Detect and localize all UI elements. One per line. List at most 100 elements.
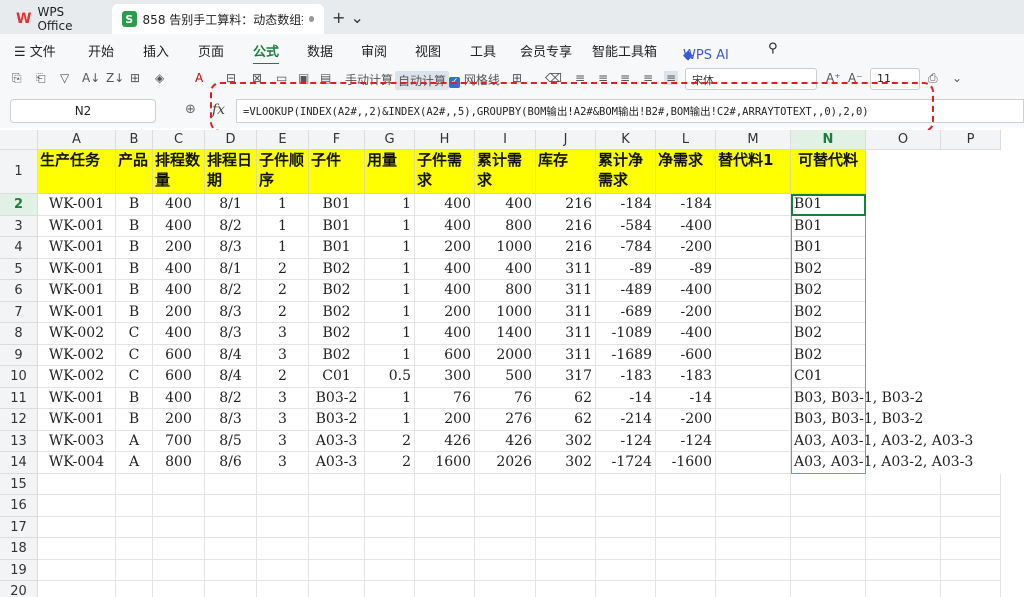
cell-H4[interactable]: 200	[415, 237, 475, 259]
empty-cell[interactable]	[38, 495, 116, 517]
column-header-E[interactable]: E	[257, 130, 309, 150]
column-header-G[interactable]: G	[365, 130, 415, 150]
cell-D13[interactable]: 8/5	[205, 430, 257, 452]
cell-L6[interactable]: -400	[656, 280, 716, 302]
cell-H13[interactable]: 426	[415, 430, 475, 452]
cell-K4[interactable]: -784	[596, 237, 656, 259]
cell-M14[interactable]	[716, 452, 791, 474]
cell-G3[interactable]: 1	[365, 215, 415, 237]
cell-E7[interactable]: 2	[257, 301, 309, 323]
trace-icon[interactable]: ⊟	[226, 71, 236, 85]
column-header-D[interactable]: D	[205, 130, 257, 150]
cell-H10[interactable]: 300	[415, 366, 475, 388]
cell-L8[interactable]: -400	[656, 323, 716, 345]
cell-B7[interactable]: B	[116, 301, 153, 323]
cell-N4[interactable]: B01	[791, 237, 866, 259]
menu-member[interactable]: 会员专享	[520, 41, 572, 60]
empty-cell[interactable]	[153, 559, 205, 581]
cell-N13[interactable]: A03, A03-1, A03-2, A03-3	[791, 430, 973, 452]
empty-cell[interactable]	[596, 473, 656, 495]
cell-N7[interactable]: B02	[791, 301, 866, 323]
empty-cell[interactable]	[716, 581, 791, 597]
fx-icon[interactable]: fx	[212, 102, 225, 118]
cell-K3[interactable]: -584	[596, 215, 656, 237]
empty-cell[interactable]	[791, 581, 866, 597]
cell-G8[interactable]: 1	[365, 323, 415, 345]
table-style-icon[interactable]: ⊞	[512, 71, 522, 85]
empty-cell[interactable]	[941, 495, 1001, 517]
column-header-H[interactable]: H	[415, 130, 475, 150]
unsaved-dot-icon[interactable]	[308, 16, 314, 22]
cell-J7[interactable]: 311	[536, 301, 596, 323]
cell-E10[interactable]: 2	[257, 366, 309, 388]
cell-E12[interactable]: 3	[257, 409, 309, 431]
empty-cell[interactable]	[536, 538, 596, 560]
row-header-15[interactable]: 15	[0, 473, 38, 495]
row-header-17[interactable]: 17	[0, 516, 38, 538]
wrap-icon[interactable]: ≡	[664, 71, 679, 85]
empty-cell[interactable]	[116, 495, 153, 517]
cell-M11[interactable]	[716, 387, 791, 409]
cell-F2[interactable]: B01	[309, 194, 365, 216]
empty-cell[interactable]	[536, 473, 596, 495]
cell-G4[interactable]: 1	[365, 237, 415, 259]
cell-G10[interactable]: 0.5	[365, 366, 415, 388]
empty-cell[interactable]	[475, 581, 536, 597]
cell-L10[interactable]: -183	[656, 366, 716, 388]
cell-C12[interactable]: 200	[153, 409, 205, 431]
empty-cell[interactable]	[941, 581, 1001, 597]
cell-K13[interactable]: -124	[596, 430, 656, 452]
empty-cell[interactable]	[153, 495, 205, 517]
cell-M6[interactable]	[716, 280, 791, 302]
cell-E8[interactable]: 3	[257, 323, 309, 345]
row-header-18[interactable]: 18	[0, 538, 38, 560]
header-cell-I[interactable]: 累计需求	[475, 150, 536, 194]
cell-I11[interactable]: 76	[475, 387, 536, 409]
cell-H7[interactable]: 200	[415, 301, 475, 323]
empty-cell[interactable]	[309, 516, 365, 538]
header-cell-C[interactable]: 排程数量	[153, 150, 205, 194]
manual-calc-button[interactable]: 手动计算	[345, 71, 393, 88]
cell-L4[interactable]: -200	[656, 237, 716, 259]
empty-cell[interactable]	[475, 473, 536, 495]
cell-A9[interactable]: WK-002	[38, 344, 116, 366]
empty-cell[interactable]	[153, 473, 205, 495]
empty-cell[interactable]	[941, 516, 1001, 538]
cell-J12[interactable]: 62	[536, 409, 596, 431]
cell-M8[interactable]	[716, 323, 791, 345]
cell-B11[interactable]: B	[116, 387, 153, 409]
cell-J5[interactable]: 311	[536, 258, 596, 280]
border-icon[interactable]: ⊞	[130, 71, 140, 85]
column-header-M[interactable]: M	[716, 130, 791, 150]
empty-cell[interactable]	[116, 559, 153, 581]
cell-K6[interactable]: -489	[596, 280, 656, 302]
cell-H2[interactable]: 400	[415, 194, 475, 216]
column-header-B[interactable]: B	[116, 130, 153, 150]
cell-N14[interactable]: A03, A03-1, A03-2, A03-3	[791, 452, 973, 474]
cell-F14[interactable]: A03-3	[309, 452, 365, 474]
gridlines-toggle[interactable]: ✓ 网格线	[449, 71, 500, 88]
cell-E5[interactable]: 2	[257, 258, 309, 280]
increase-font-icon[interactable]: A⁺	[826, 71, 841, 85]
document-tab[interactable]: S 858 告别手工算料：动态数组打造	[112, 4, 324, 34]
cell-D5[interactable]: 8/1	[205, 258, 257, 280]
cell-D6[interactable]: 8/2	[205, 280, 257, 302]
row-header-10[interactable]: 10	[0, 366, 38, 388]
row-header-20[interactable]: 20	[0, 581, 38, 597]
cell-E14[interactable]: 3	[257, 452, 309, 474]
empty-cell[interactable]	[716, 516, 791, 538]
empty-cell[interactable]	[596, 559, 656, 581]
row-header-14[interactable]: 14	[0, 452, 38, 474]
cell-M13[interactable]	[716, 430, 791, 452]
empty-cell[interactable]	[866, 473, 941, 495]
wps-home-tab[interactable]: W WPS Office	[6, 4, 106, 34]
empty-cell[interactable]	[791, 559, 866, 581]
spreadsheet-grid[interactable]: A B C D E F G H I J K L M N O P 1 2 3 4 5 6 7 8 9 10 11 12 13 14 15 16 1…	[0, 130, 1024, 597]
cell-I6[interactable]: 800	[475, 280, 536, 302]
cell-J3[interactable]: 216	[536, 215, 596, 237]
cell-C3[interactable]: 400	[153, 215, 205, 237]
header-cell-K[interactable]: 累计净需求	[596, 150, 656, 194]
sort-desc-icon[interactable]: Z↓	[106, 71, 124, 85]
cell-N3[interactable]: B01	[791, 215, 866, 237]
cell-K7[interactable]: -689	[596, 301, 656, 323]
